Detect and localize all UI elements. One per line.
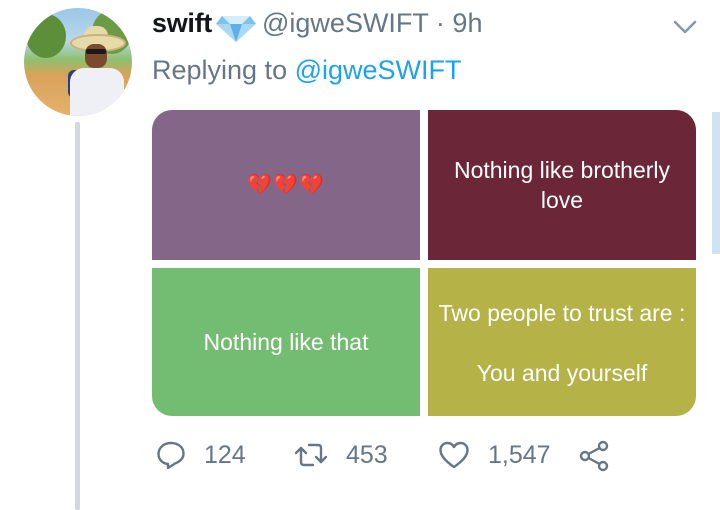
- reply-button[interactable]: 124: [156, 440, 246, 470]
- display-name[interactable]: swift: [152, 8, 212, 39]
- next-item-edge: [712, 112, 720, 254]
- retweet-icon: [294, 443, 328, 467]
- handle-and-time[interactable]: @igweSWIFT · 9h: [262, 8, 482, 39]
- broken-heart-icons: 💔💔💔: [247, 174, 325, 196]
- gem-icon: [216, 16, 256, 42]
- replying-to: Replying to @igweSWIFT: [152, 55, 462, 86]
- share-icon: [579, 440, 609, 472]
- thread-line: [75, 122, 80, 510]
- replying-handle-link[interactable]: @igweSWIFT: [295, 55, 462, 85]
- media-tile-1[interactable]: 💔💔💔: [152, 110, 420, 260]
- retweet-button[interactable]: 453: [294, 440, 388, 470]
- like-button[interactable]: 1,547: [438, 440, 551, 470]
- avatar[interactable]: [24, 8, 132, 116]
- tweet-actions: 124 453 1,547: [152, 440, 622, 480]
- media-grid: 💔💔💔 Nothing like brotherly love Nothing …: [152, 110, 696, 416]
- reply-count: 124: [204, 440, 246, 469]
- chevron-down-icon[interactable]: [672, 18, 698, 36]
- media-tile-4[interactable]: Two people to trust are : You and yourse…: [428, 268, 696, 416]
- heart-icon: [439, 441, 469, 469]
- media-tile-2[interactable]: Nothing like brotherly love: [428, 110, 696, 260]
- media-tile-3[interactable]: Nothing like that: [152, 268, 420, 416]
- tile-3-text: Nothing like that: [203, 329, 369, 355]
- replying-prefix: Replying to: [152, 55, 288, 85]
- reply-icon: [157, 441, 185, 470]
- retweet-count: 453: [346, 440, 388, 469]
- tile-4-text: Two people to trust are : You and yourse…: [438, 300, 686, 386]
- tile-2-text: Nothing like brotherly love: [453, 157, 671, 213]
- like-count: 1,547: [488, 440, 551, 469]
- share-button[interactable]: [578, 440, 610, 472]
